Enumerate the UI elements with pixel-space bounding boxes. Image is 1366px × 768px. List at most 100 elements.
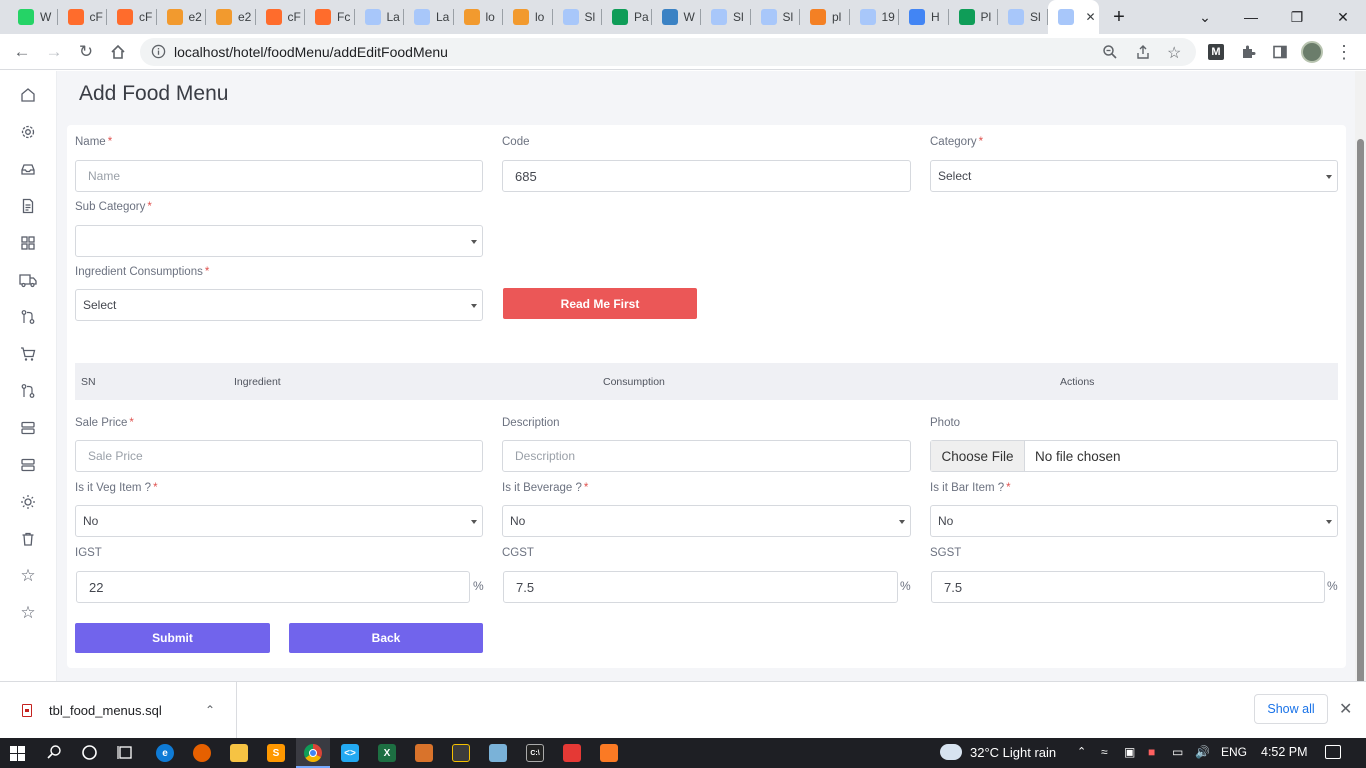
browser-tab[interactable]: H [899,0,949,34]
weather-text[interactable]: 32°C Light rain [970,745,1056,760]
delivery-truck-icon[interactable] [18,270,38,290]
file-explorer-icon[interactable] [230,744,248,762]
clock[interactable]: 4:52 PM [1261,745,1308,759]
veg-item-select[interactable]: No [75,505,483,537]
back-nav-icon[interactable]: ← [10,40,34,64]
notification-center-icon[interactable] [1325,745,1341,759]
task-view-icon[interactable] [117,744,134,766]
shopping-cart-icon[interactable] [18,344,38,364]
cortana-icon[interactable] [81,744,98,766]
language-indicator[interactable]: ENG [1221,745,1247,759]
security-alert-icon[interactable]: ■ [1148,745,1155,759]
browser-tab[interactable]: e2 [206,0,256,34]
chevron-up-icon[interactable]: ⌃ [205,703,215,717]
browser-tab[interactable]: ✕ [1047,0,1099,34]
document-icon[interactable] [18,196,38,216]
browser-menu-icon[interactable]: ⋮ [1332,40,1356,64]
description-input[interactable]: Description [502,440,911,472]
home-icon[interactable] [106,40,130,64]
browser-tab[interactable]: Sl [998,0,1048,34]
firefox-icon[interactable] [193,744,211,762]
cmd-icon[interactable]: C:\ [526,744,544,762]
restore-icon[interactable]: ❐ [1274,0,1320,34]
browser-tab[interactable]: La [404,0,454,34]
close-window-icon[interactable]: ✕ [1320,0,1366,34]
server-2-icon[interactable] [18,455,38,475]
browser-tab[interactable]: lo [503,0,553,34]
ingredient-consumptions-select[interactable]: Select [75,289,483,321]
battery-icon[interactable]: ▭ [1172,745,1183,759]
search-icon[interactable] [46,744,62,765]
bookmark-star-icon[interactable]: ☆ [1167,43,1181,63]
transfer-2-icon[interactable] [18,381,38,401]
windows-start-icon[interactable] [10,746,25,766]
xampp-icon[interactable] [600,744,618,762]
profile-avatar-icon[interactable] [1300,40,1324,64]
bar-item-select[interactable]: No [930,505,1338,537]
scrollbar-thumb[interactable] [1357,139,1364,723]
browser-tab[interactable]: pl [800,0,850,34]
tray-chevron-icon[interactable]: ⌃ [1077,745,1086,758]
weather-cloud-icon[interactable] [940,744,962,760]
browser-tab[interactable]: W [8,0,58,34]
read-me-first-button[interactable]: Read Me First [503,288,697,319]
star-2-icon[interactable]: ☆ [18,603,38,623]
show-all-button[interactable]: Show all [1254,694,1328,724]
volume-icon[interactable]: 🔊 [1195,745,1210,759]
browser-tab[interactable]: lo [454,0,503,34]
inbox-icon[interactable] [18,159,38,179]
name-input[interactable]: Name [75,160,483,192]
close-downloads-icon[interactable]: ✕ [1339,699,1352,719]
sgst-input[interactable]: 7.5 [931,571,1325,603]
tab-search-chevron-icon[interactable]: ⌄ [1182,0,1228,34]
browser-tab[interactable]: Pa [602,0,652,34]
side-panel-icon[interactable] [1268,40,1292,64]
submit-button[interactable]: Submit [75,623,270,653]
browser-tab[interactable]: Sl [553,0,602,34]
photo-file-input[interactable]: Choose File No file chosen [930,440,1338,472]
trash-icon[interactable] [18,529,38,549]
zoom-icon[interactable] [1102,44,1118,65]
beverage-select[interactable]: No [502,505,911,537]
browser-tab[interactable]: e2 [157,0,206,34]
page-scrollbar[interactable] [1355,71,1366,723]
git-icon[interactable] [452,744,470,762]
sub-category-select[interactable] [75,225,483,257]
sale-price-input[interactable]: Sale Price [75,440,483,472]
sublime-icon[interactable]: S [267,744,285,762]
browser-tab[interactable]: cF [58,0,107,34]
edge-icon[interactable]: e [156,744,174,762]
site-info-icon[interactable] [151,44,166,64]
address-bar[interactable]: localhost/hotel/foodMenu/addEditFoodMenu… [140,38,1196,66]
gmail-extension-icon[interactable]: M [1204,40,1228,64]
category-select[interactable]: Select [930,160,1338,192]
download-item[interactable]: tbl_food_menus.sql ⌃ [0,682,237,739]
browser-tab[interactable]: Sl [751,0,800,34]
new-tab-icon[interactable]: + [1096,0,1142,34]
network-icon[interactable]: ≈ [1101,745,1108,759]
transfer-icon[interactable] [18,307,38,327]
browser-tab[interactable]: cF [256,0,305,34]
grid-icon[interactable] [18,233,38,253]
browser-tab[interactable]: 19 [850,0,899,34]
usb-device-icon[interactable]: ▣ [1124,745,1135,759]
browser-tab[interactable]: La [355,0,404,34]
code-input[interactable]: 685 [502,160,911,192]
reload-icon[interactable]: ↻ [74,40,98,64]
notepad-icon[interactable] [489,744,507,762]
dashboard-home-icon[interactable] [18,85,38,105]
anydesk-icon[interactable] [563,744,581,762]
browser-tab[interactable]: W [652,0,701,34]
igst-input[interactable]: 22 [76,571,470,603]
vscode-icon[interactable]: <> [341,744,359,762]
server-icon[interactable] [18,418,38,438]
browser-tab[interactable]: Sl [701,0,751,34]
excel-icon[interactable]: X [378,744,396,762]
browser-tab[interactable]: cF [107,0,157,34]
cgst-input[interactable]: 7.5 [503,571,898,603]
sun-icon[interactable] [18,492,38,512]
java-app-icon[interactable] [415,744,433,762]
browser-tab[interactable]: Pl [949,0,998,34]
star-icon[interactable]: ☆ [18,566,38,586]
chrome-taskbar-button[interactable] [296,738,330,768]
